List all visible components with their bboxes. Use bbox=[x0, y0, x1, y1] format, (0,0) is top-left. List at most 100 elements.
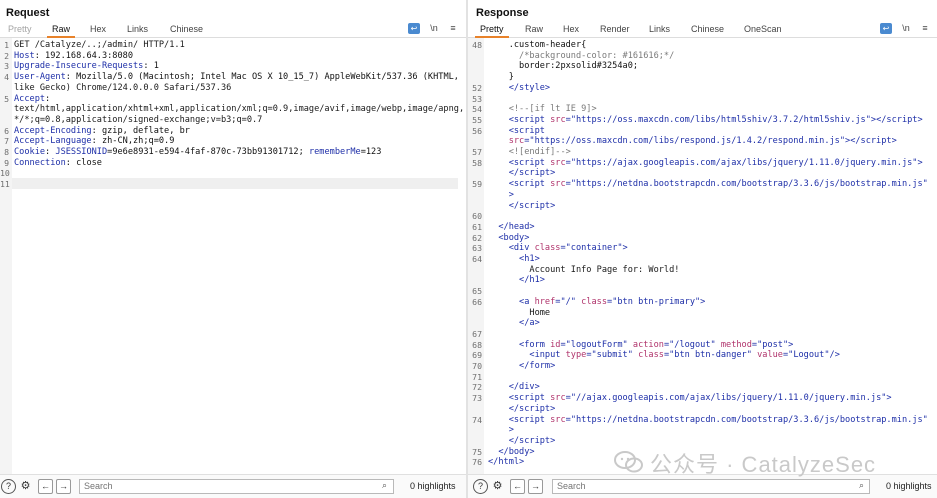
request-editor[interactable]: 1 GET /Catalyze/..;/admin/ HTTP/1.1 2 Host:… bbox=[0, 38, 466, 474]
header-key: Accept bbox=[14, 93, 46, 104]
request-line: */*;q=0.8,application/signed-exchange;v=… bbox=[14, 114, 263, 125]
search-icon[interactable]: ⌕ bbox=[382, 480, 387, 491]
response-line: </html> bbox=[488, 457, 525, 468]
arrow-left-icon[interactable]: ← bbox=[38, 479, 53, 494]
response-editor[interactable]: 48 .custom-header{ /*background-color: #… bbox=[468, 38, 937, 474]
newline-toggle-icon[interactable]: \n bbox=[428, 23, 440, 34]
response-line: src="https://oss.maxcdn.com/libs/respond… bbox=[508, 136, 897, 147]
request-tab-hex[interactable]: Hex bbox=[90, 24, 106, 34]
response-tab-chinese[interactable]: Chinese bbox=[691, 24, 724, 34]
line-number: 53 bbox=[472, 93, 482, 104]
help-icon[interactable]: ? bbox=[1, 479, 16, 494]
header-value: : close bbox=[65, 157, 102, 168]
wechat-logo-icon bbox=[614, 451, 643, 473]
response-line: > bbox=[508, 425, 514, 436]
request-line: like Gecko) Chrome/124.0.0.0 Safari/537.… bbox=[14, 82, 232, 93]
arrow-right-icon[interactable]: → bbox=[56, 479, 71, 494]
response-tab-pretty[interactable]: Pretty bbox=[475, 24, 508, 38]
newline-toggle-icon[interactable]: \n bbox=[900, 23, 912, 34]
response-line: </script> bbox=[508, 435, 556, 446]
line-number: 75 bbox=[472, 446, 482, 457]
line-number: 58 bbox=[472, 157, 482, 168]
request-line: Accept-Encoding: gzip, deflate, br bbox=[14, 126, 190, 136]
response-tab-links[interactable]: Links bbox=[649, 24, 670, 34]
help-icon[interactable]: ? bbox=[473, 479, 488, 494]
response-tabs: Pretty Raw Hex Render Links Chinese OneS… bbox=[468, 22, 937, 38]
request-tab-links[interactable]: Links bbox=[127, 24, 148, 34]
wrap-lines-icon[interactable]: ↩ bbox=[408, 23, 420, 34]
line-number: 61 bbox=[472, 221, 482, 232]
header-key: User-Agent bbox=[14, 72, 66, 83]
response-highlight-count: 0 highlights bbox=[886, 481, 932, 491]
request-search-input[interactable] bbox=[84, 481, 389, 491]
request-line: User-Agent: Mozilla/5.0 (Macintosh; Inte… bbox=[14, 72, 459, 82]
line-number: 70 bbox=[472, 361, 482, 371]
request-tab-chinese[interactable]: Chinese bbox=[170, 24, 203, 34]
gear-icon[interactable]: ⚙ bbox=[18, 479, 33, 494]
response-line: <form id="logoutForm" action="/logout" m… bbox=[519, 339, 794, 350]
response-line: </script> bbox=[508, 403, 556, 414]
line-number: 2 bbox=[4, 50, 9, 61]
response-search-input[interactable] bbox=[557, 481, 865, 491]
request-line: Connection: close bbox=[14, 158, 102, 168]
request-line: Upgrade-Insecure-Requests: 1 bbox=[14, 61, 159, 71]
line-number: 63 bbox=[472, 243, 482, 254]
line-number: 71 bbox=[472, 371, 482, 382]
header-value: : gzip, deflate, br bbox=[91, 125, 190, 136]
response-tab-render[interactable]: Render bbox=[600, 24, 630, 34]
response-line: </style> bbox=[508, 82, 551, 93]
request-highlight-count: 0 highlights bbox=[410, 481, 456, 491]
request-tab-raw[interactable]: Raw bbox=[46, 24, 76, 38]
response-line: <body> bbox=[498, 232, 530, 243]
request-tab-pretty[interactable]: Pretty bbox=[8, 24, 32, 34]
line-number: 3 bbox=[4, 61, 9, 72]
line-number: 72 bbox=[472, 382, 482, 393]
response-line: Account Info Page for: World! bbox=[488, 264, 680, 275]
line-number: 6 bbox=[4, 125, 9, 136]
line-number: 8 bbox=[4, 147, 9, 157]
response-line: <script src="https://oss.maxcdn.com/libs… bbox=[508, 114, 923, 125]
response-line: </script> bbox=[508, 200, 556, 211]
arrow-right-icon[interactable]: → bbox=[528, 479, 543, 494]
response-line: <script src="https://netdna.bootstrapcdn… bbox=[508, 414, 928, 425]
line-number: 62 bbox=[472, 232, 482, 243]
cookie-name: rememberMe bbox=[308, 147, 361, 157]
search-icon[interactable]: ⌕ bbox=[859, 480, 864, 491]
response-line: </script> bbox=[508, 168, 556, 179]
response-line: <script bbox=[508, 125, 545, 136]
hamburger-menu-icon[interactable]: ≡ bbox=[447, 23, 459, 34]
response-line: /*background-color: #161616;*/ bbox=[519, 50, 675, 61]
header-key: Accept-Language bbox=[14, 136, 92, 147]
header-key: Accept-Encoding bbox=[14, 125, 92, 136]
response-tab-hex[interactable]: Hex bbox=[563, 24, 579, 34]
wrap-lines-icon[interactable]: ↩ bbox=[880, 23, 892, 34]
response-line: </head> bbox=[498, 221, 535, 232]
line-number: 60 bbox=[472, 211, 482, 222]
response-line: </form> bbox=[519, 361, 556, 371]
cookie-value: =9e6e8931-e594-4faf-870c-73bb91301712 bbox=[107, 147, 299, 157]
line-number: 7 bbox=[4, 136, 9, 147]
line-number: 48 bbox=[472, 40, 482, 50]
cookie-value: =123 bbox=[360, 147, 382, 157]
line-number: 56 bbox=[472, 125, 482, 136]
gear-icon[interactable]: ⚙ bbox=[490, 479, 505, 494]
response-line: <div class="container"> bbox=[508, 243, 628, 254]
line-number: 54 bbox=[472, 104, 482, 115]
response-line: > bbox=[508, 189, 514, 200]
response-title: Response bbox=[476, 7, 529, 19]
response-line: </a> bbox=[519, 318, 540, 329]
line-number: 66 bbox=[472, 296, 482, 307]
response-tab-onescan[interactable]: OneScan bbox=[744, 24, 782, 34]
arrow-left-icon[interactable]: ← bbox=[510, 479, 525, 494]
hamburger-menu-icon[interactable]: ≡ bbox=[919, 23, 931, 34]
line-number: 68 bbox=[472, 339, 482, 350]
response-tab-raw[interactable]: Raw bbox=[525, 24, 543, 34]
line-number: 65 bbox=[472, 286, 482, 297]
request-pane: Request Pretty Raw Hex Links Chinese ↩ \… bbox=[0, 0, 466, 498]
line-number: 76 bbox=[472, 457, 482, 468]
response-line: Home bbox=[488, 307, 551, 318]
request-line: Accept: bbox=[14, 94, 50, 104]
response-pane: Response Pretty Raw Hex Render Links Chi… bbox=[468, 0, 937, 498]
request-line: GET /Catalyze/..;/admin/ HTTP/1.1 bbox=[14, 40, 185, 50]
response-line: } bbox=[508, 72, 514, 83]
